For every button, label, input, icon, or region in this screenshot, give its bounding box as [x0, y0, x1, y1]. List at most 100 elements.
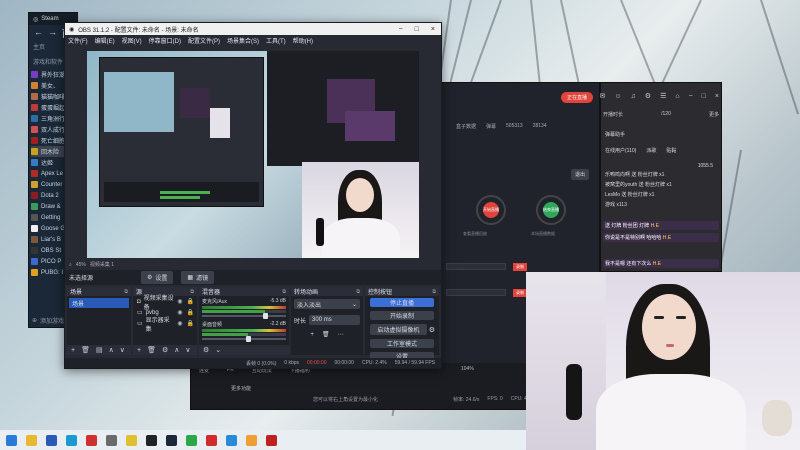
- wechat-icon[interactable]: [186, 434, 197, 446]
- menu-item[interactable]: 场景集合(S): [227, 36, 259, 45]
- eye-icon[interactable]: ◉: [177, 320, 182, 327]
- smile-icon[interactable]: ☺: [614, 93, 621, 100]
- copy-button-1[interactable]: 录制: [513, 263, 527, 271]
- app-folder-icon[interactable]: [106, 434, 117, 446]
- source-item[interactable]: ◘ 视频采集设备 ◉ 🔒: [133, 296, 197, 311]
- move-down-icon[interactable]: ∨: [185, 346, 190, 354]
- slider-knob[interactable]: [246, 336, 252, 342]
- eye-icon[interactable]: ◉: [177, 309, 182, 316]
- menu-item[interactable]: 帮助(H): [293, 36, 313, 45]
- duration-input[interactable]: 300 ms: [309, 315, 360, 325]
- maximize-icon[interactable]: □: [702, 93, 706, 100]
- source-item[interactable]: ▭ 显示器采集 ◉ 🔒: [133, 318, 197, 333]
- chevron-down-icon[interactable]: ⌄: [215, 346, 221, 354]
- menu-item[interactable]: 停靠窗口(D): [149, 36, 181, 45]
- end-live-node[interactable]: 结束直播: [536, 195, 566, 225]
- trash-icon[interactable]: 🗑: [322, 331, 330, 338]
- danmu-chat-panel: ✉ ☺ ♫ ⚙ ☰ ⌂ − □ × 开播时长 /120 更多 弹幕助手 在线用户…: [600, 82, 722, 272]
- trash-icon[interactable]: 🗑: [147, 346, 156, 354]
- app-blue-icon[interactable]: [226, 434, 237, 446]
- eye-icon[interactable]: ◉: [177, 298, 182, 305]
- stream-key-field[interactable]: [446, 289, 506, 296]
- config-icon[interactable]: ▤: [96, 346, 103, 354]
- gear-icon[interactable]: ⚙: [645, 92, 651, 100]
- more-icon[interactable]: ⋯: [338, 331, 344, 338]
- move-down-icon[interactable]: ∨: [120, 346, 125, 354]
- popout-icon[interactable]: ⧉: [282, 289, 289, 295]
- move-up-icon[interactable]: ∧: [174, 346, 179, 354]
- game-name: PICO P: [41, 258, 62, 265]
- transition-select[interactable]: 淡入淡出 ⌄: [294, 299, 360, 309]
- close-icon[interactable]: ×: [715, 93, 719, 100]
- windows-icon[interactable]: [6, 434, 17, 446]
- edge-icon[interactable]: [66, 434, 77, 446]
- exit-button[interactable]: 退出: [571, 169, 590, 180]
- start-live-node[interactable]: 开始直播: [476, 195, 506, 225]
- zoom-level[interactable]: 45%: [76, 262, 86, 268]
- popout-icon[interactable]: ⧉: [124, 289, 131, 295]
- store-icon[interactable]: [46, 434, 57, 446]
- menu-item[interactable]: 文件(F): [68, 36, 88, 45]
- studio-mode-button[interactable]: 工作室模式: [370, 339, 434, 348]
- lock-icon[interactable]: 🔒: [187, 298, 194, 305]
- app-red2-icon[interactable]: [266, 434, 277, 446]
- home-icon[interactable]: ⌂: [675, 93, 679, 100]
- monitor-icon: ▭: [137, 321, 143, 327]
- gear-icon[interactable]: ⚙: [429, 326, 439, 334]
- obs-icon[interactable]: [146, 434, 157, 446]
- minimize-icon[interactable]: −: [689, 93, 693, 100]
- close-icon[interactable]: ×: [431, 26, 435, 33]
- start-recording-button[interactable]: 开始录制: [370, 311, 434, 320]
- move-up-icon[interactable]: ∧: [109, 346, 114, 354]
- filter-online-users[interactable]: 在线用户(110): [605, 147, 636, 154]
- netease-icon[interactable]: [206, 434, 217, 446]
- app-yellow-icon[interactable]: [126, 434, 137, 446]
- minimize-icon[interactable]: −: [399, 26, 403, 33]
- popout-icon[interactable]: ⧉: [432, 289, 439, 295]
- popout-icon[interactable]: ⧉: [190, 289, 197, 295]
- tab-more[interactable]: 更多: [709, 111, 719, 118]
- duration-label: 时长: [294, 318, 307, 325]
- menu-icon[interactable]: ☰: [660, 92, 666, 100]
- menu-item[interactable]: 编辑(E): [95, 36, 115, 45]
- stop-streaming-button[interactable]: 停止直播: [370, 298, 434, 307]
- scene-item[interactable]: 场景: [69, 298, 129, 308]
- add-icon[interactable]: +: [310, 332, 314, 338]
- slider-knob[interactable]: [263, 313, 268, 319]
- menu-item[interactable]: 视图(V): [122, 36, 142, 45]
- stream-url-field[interactable]: [446, 263, 506, 270]
- gear-icon[interactable]: ⚙: [203, 346, 209, 354]
- app-cat-icon[interactable]: [246, 434, 257, 446]
- steam-add-game[interactable]: ⊕ 添加游戏: [32, 316, 64, 325]
- obs-preview[interactable]: [87, 51, 419, 258]
- lock-icon[interactable]: 🔒: [187, 309, 194, 316]
- forward-arrow-icon[interactable]: →: [48, 27, 57, 37]
- trash-icon[interactable]: 🗑: [81, 346, 90, 354]
- add-icon[interactable]: +: [71, 347, 75, 354]
- menu-item[interactable]: 工具(T): [266, 36, 286, 45]
- properties-button[interactable]: ⚙ 设置: [141, 271, 174, 284]
- app-red-icon[interactable]: [86, 434, 97, 446]
- maximize-icon[interactable]: □: [415, 26, 419, 33]
- filters-button[interactable]: ▦ 滤镜: [181, 271, 215, 284]
- gear-icon[interactable]: ⚙: [162, 346, 168, 354]
- music-icon[interactable]: ♫: [631, 93, 636, 100]
- volume-slider[interactable]: [202, 313, 286, 319]
- game-icon: [31, 203, 38, 210]
- tab-live-duration[interactable]: 开播时长: [603, 111, 623, 118]
- filter-songs[interactable]: 派歌: [646, 147, 656, 154]
- menu-item[interactable]: 配置文件(P): [188, 36, 220, 45]
- back-arrow-icon[interactable]: ←: [34, 27, 43, 37]
- steam-icon[interactable]: [166, 434, 177, 446]
- virtual-camera-button[interactable]: 启动虚拟摄像机: [370, 324, 427, 335]
- volume-slider[interactable]: [202, 336, 286, 342]
- lock-icon[interactable]: 🔒: [187, 320, 194, 327]
- mail-icon[interactable]: ✉: [600, 92, 606, 100]
- copy-button-2[interactable]: 录制: [513, 289, 527, 297]
- popout-icon[interactable]: ⧉: [356, 289, 363, 295]
- explorer-icon[interactable]: [26, 434, 37, 446]
- filter-pin[interactable]: 贴黏: [666, 147, 676, 154]
- add-icon[interactable]: +: [137, 347, 141, 354]
- zoom-icon[interactable]: ⌕: [69, 262, 72, 268]
- more-functions[interactable]: 更多功能: [231, 385, 251, 392]
